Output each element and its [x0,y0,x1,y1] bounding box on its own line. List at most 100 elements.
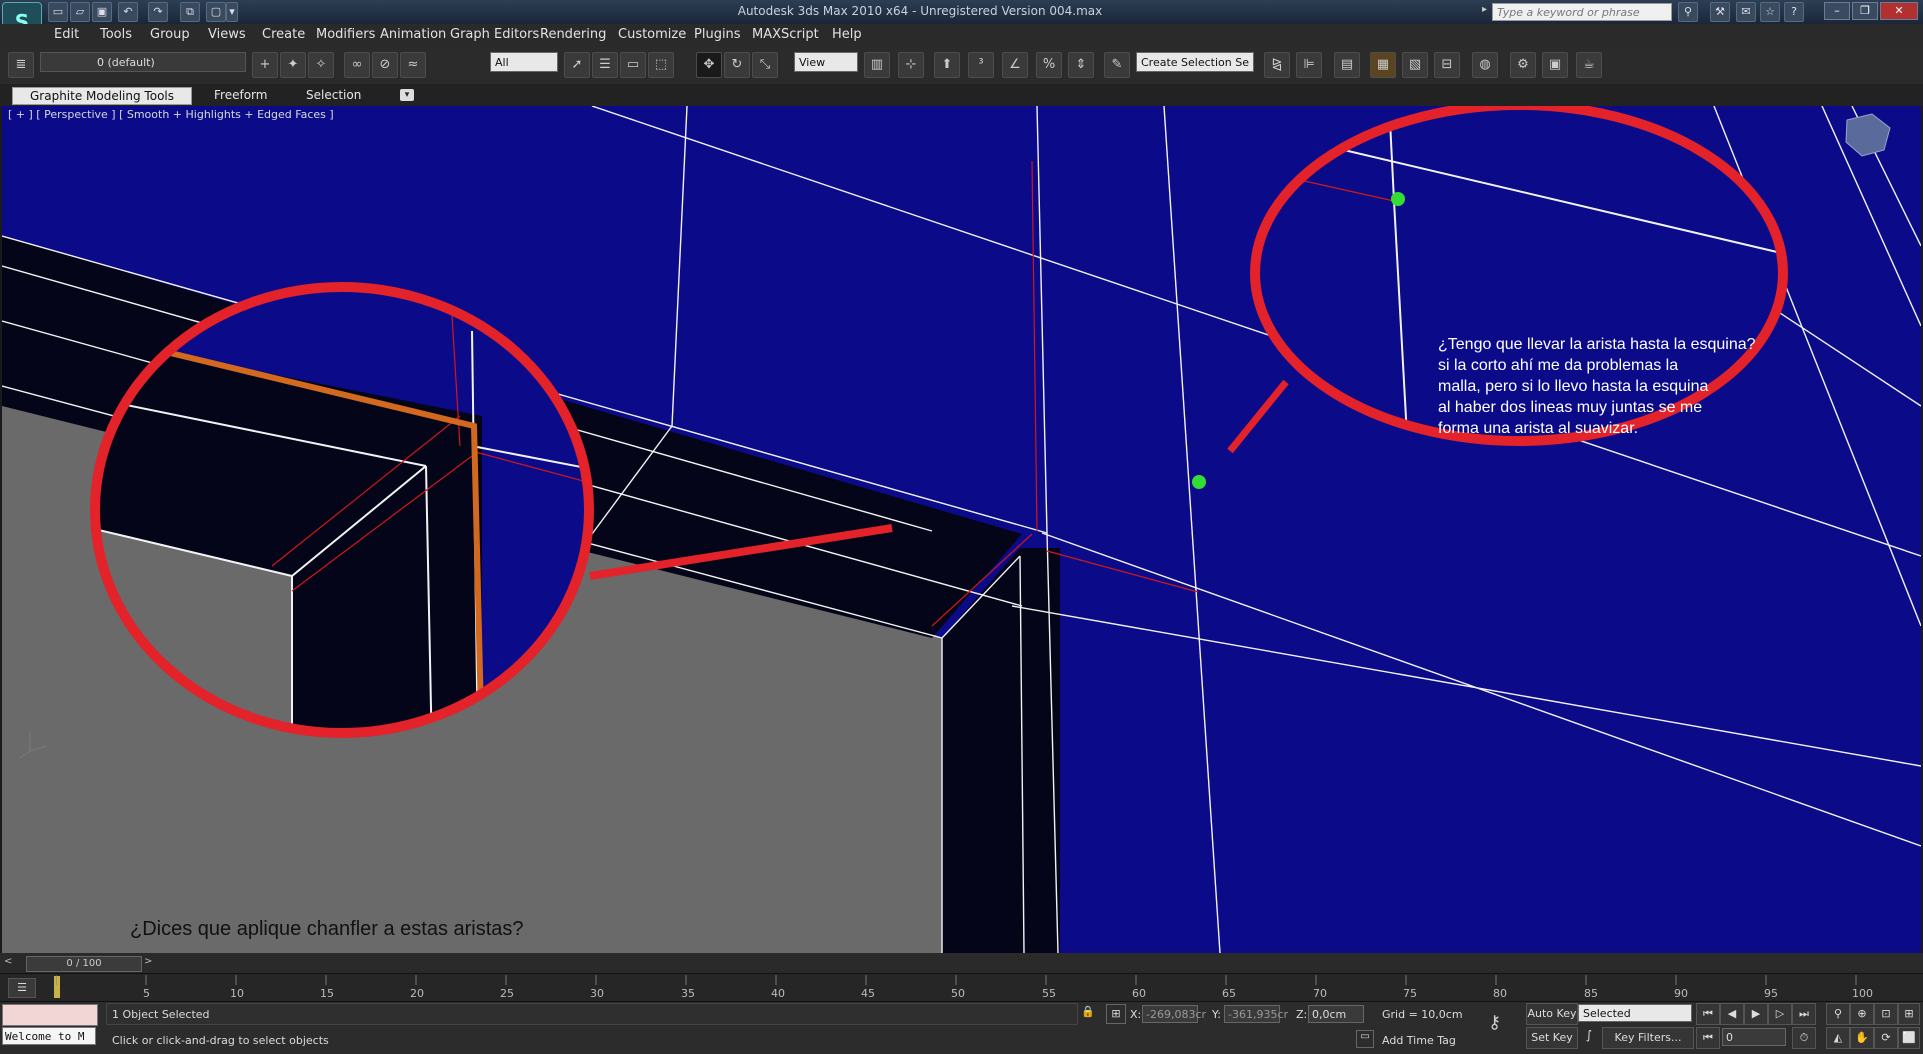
maximize-viewport-icon[interactable]: ⬜ [1898,1027,1920,1049]
menu-create[interactable]: Create [262,27,305,42]
tab-freeform[interactable]: Freeform [204,87,277,103]
save-icon[interactable]: ▣ [92,2,112,22]
graphite-toggle-icon[interactable]: ▦ [1370,52,1396,78]
layer-manager-icon[interactable]: ≣ [8,52,34,78]
align-icon[interactable]: ⊫ [1296,52,1322,78]
viewcube-icon[interactable] [1845,113,1891,157]
key-filters-button[interactable]: Key Filters... [1602,1027,1694,1049]
menu-views[interactable]: Views [208,27,246,42]
rectangular-selection-icon[interactable]: ▭ [620,52,646,78]
tab-graphite-modeling-tools[interactable]: Graphite Modeling Tools [12,87,192,105]
current-frame-field[interactable]: 0 [1722,1028,1786,1046]
pan-icon[interactable]: ✋ [1850,1027,1874,1049]
mirror-icon[interactable]: ⧎ [1264,52,1290,78]
slider-next-icon[interactable]: > [144,956,156,970]
layer-icon[interactable]: ▤ [1334,52,1360,78]
time-configuration-icon[interactable]: ⏱ [1792,1027,1816,1049]
z-coordinate-field[interactable]: 0,0cm [1308,1005,1364,1023]
key-mode-dropdown[interactable]: Selected [1578,1004,1692,1022]
select-link-icon[interactable]: + [252,52,278,78]
minimize-button[interactable]: – [1824,2,1850,20]
menu-rendering[interactable]: Rendering [540,27,606,42]
maxscript-output[interactable]: Welcome to M [2,1027,96,1045]
y-coordinate-field[interactable]: -361,935cr [1224,1005,1288,1023]
viewport-label[interactable]: [ + ] [ Perspective ] [ Smooth + Highlig… [8,108,334,121]
keyboard-shortcut-icon[interactable]: ⬆ [934,52,960,78]
add-time-tag[interactable]: Add Time Tag [1382,1034,1456,1047]
auto-key-button[interactable]: Auto Key [1526,1003,1578,1025]
menu-edit[interactable]: Edit [54,27,79,42]
manipulate-icon[interactable]: ⊹ [898,52,924,78]
menu-help[interactable]: Help [832,27,862,42]
rotate-icon[interactable]: ↻ [724,52,750,78]
wave-icon[interactable]: ≈ [400,52,426,78]
communication-icon[interactable]: ✉ [1736,2,1756,22]
mini-curve-editor-icon[interactable]: ☰ [8,978,36,998]
key-mode-toggle-icon[interactable]: ⏮ [1696,1027,1720,1049]
absolute-mode-icon[interactable]: ⊞ [1106,1004,1126,1024]
window-crossing-icon[interactable]: ⬚ [648,52,674,78]
menu-tools[interactable]: Tools [100,27,132,42]
search-input[interactable]: Type a keyword or phrase [1492,3,1672,21]
selected-vertex[interactable] [1192,475,1206,489]
tab-selection[interactable]: Selection [296,87,371,103]
layer-dropdown[interactable]: 0 (default) [40,52,246,72]
menu-graph-editors[interactable]: Graph Editors [450,27,539,42]
field-of-view-icon[interactable]: ◭ [1826,1027,1850,1049]
curve-editor-icon[interactable]: ▧ [1402,52,1428,78]
play-icon[interactable]: ▶ [1744,1003,1768,1025]
binoculars-icon[interactable]: ⚲ [1678,2,1698,22]
search-expand-icon[interactable]: ▸ [1482,4,1490,20]
orbit-icon[interactable]: ⟳ [1874,1027,1898,1049]
time-tag-icon[interactable]: ▭ [1356,1030,1374,1048]
favorites-icon[interactable]: ☆ [1760,2,1780,22]
schematic-view-icon[interactable]: ⊟ [1434,52,1460,78]
named-selection-dropdown[interactable]: Create Selection Se [1136,52,1254,72]
ribbon-options-icon[interactable]: ▾ [400,89,414,101]
zoom-extents-icon[interactable]: ⊡ [1874,1003,1898,1025]
set-key-button[interactable]: Set Key [1526,1027,1578,1049]
undo-icon[interactable]: ↶ [118,2,138,22]
next-frame-icon[interactable]: ▷ [1768,1003,1792,1025]
open-file-icon[interactable]: ▱ [70,2,90,22]
menu-modifiers[interactable]: Modifiers [316,27,375,42]
zoom-extents-all-icon[interactable]: ⊞ [1898,1003,1920,1025]
rendered-frame-icon[interactable]: ▣ [1542,52,1568,78]
subscription-icon[interactable]: ⚒ [1710,2,1730,22]
render-teapot-icon[interactable]: ☕ [1576,52,1602,78]
previous-frame-icon[interactable]: ◀ [1720,1003,1744,1025]
go-to-end-icon[interactable]: ⏭ [1792,1003,1816,1025]
scale-icon[interactable]: ⤡ [752,52,778,78]
slider-prev-icon[interactable]: < [4,956,16,970]
snaps-3d-icon[interactable]: ³ [968,52,994,78]
bind-space-warp-icon[interactable]: ✧ [308,52,334,78]
menu-customize[interactable]: Customize [618,27,686,42]
menu-plugins[interactable]: Plugins [694,27,741,42]
maxscript-listener-input[interactable] [2,1004,98,1026]
hold-icon[interactable]: ⧉ [180,2,200,22]
unlink-chain-icon[interactable]: ⊘ [372,52,398,78]
quick-access-dropdown-icon[interactable]: ▾ [226,2,238,22]
material-editor-icon[interactable]: ◍ [1472,52,1498,78]
select-by-name-icon[interactable]: ☰ [592,52,618,78]
selection-lock-icon[interactable]: 🔒 [1080,1005,1096,1021]
key-icon[interactable]: ⚷ [1488,1012,1518,1036]
angle-snap-icon[interactable]: ∠ [1002,52,1028,78]
edit-named-selection-icon[interactable]: ✎ [1104,52,1130,78]
menu-group[interactable]: Group [150,27,190,42]
spinner-snap-icon[interactable]: ⇕ [1068,52,1094,78]
redo-icon[interactable]: ↷ [148,2,168,22]
select-object-icon[interactable]: ➚ [564,52,590,78]
zoom-icon[interactable]: ⚲ [1826,1003,1850,1025]
unlink-icon[interactable]: ✦ [280,52,306,78]
move-icon[interactable]: ✥ [696,52,722,78]
menu-animation[interactable]: Animation [380,27,446,42]
x-coordinate-field[interactable]: -269,083cr [1142,1005,1206,1023]
close-button[interactable]: ✕ [1880,2,1918,20]
render-setup-icon[interactable]: ⚙ [1510,52,1536,78]
fetch-icon[interactable]: ▢ [206,2,226,22]
selection-filter-dropdown[interactable]: All [490,52,558,72]
new-file-icon[interactable]: ▭ [48,2,68,22]
default-in-out-tangent-icon[interactable]: ∫ [1580,1028,1598,1046]
link-icon[interactable]: ∞ [344,52,370,78]
